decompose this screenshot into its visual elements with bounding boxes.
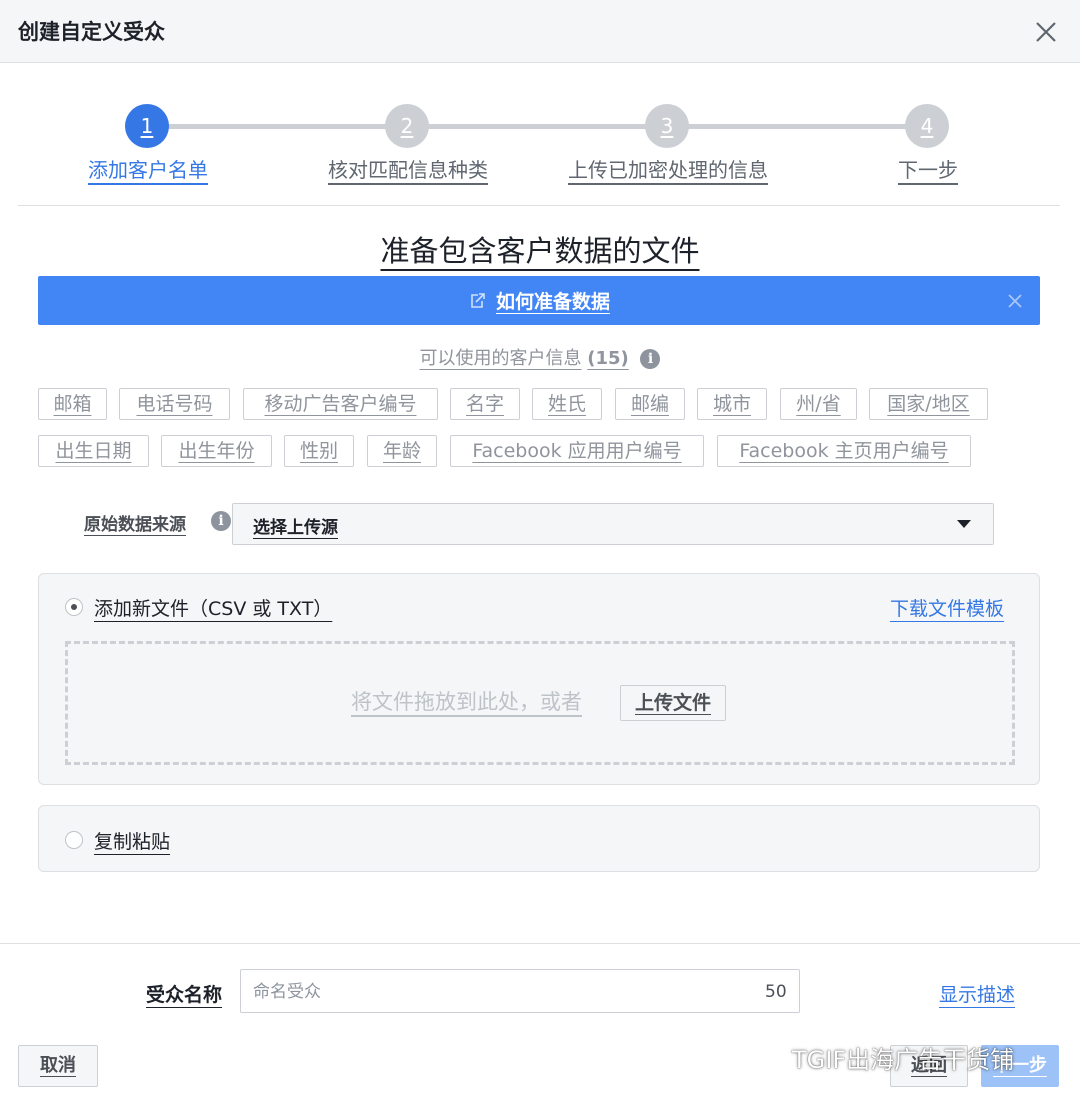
section-title: 准备包含客户数据的文件 — [0, 228, 1080, 270]
step-1-label[interactable]: 添加客户名单 — [88, 154, 208, 183]
copy-paste-panel: 复制粘贴 — [38, 805, 1040, 872]
step-3-circle[interactable]: 3 — [645, 104, 689, 148]
show-description-link[interactable]: 显示描述 — [939, 980, 1015, 1007]
info-icon[interactable]: i — [640, 349, 661, 369]
stepper-divider — [18, 205, 1060, 206]
dialog-header: 创建自定义受众 — [0, 0, 1080, 63]
close-icon[interactable] — [1034, 20, 1058, 44]
footer-divider — [0, 943, 1080, 944]
upload-file-button[interactable]: 上传文件 — [620, 685, 727, 721]
audience-name-label: 受众名称 — [146, 984, 223, 1006]
data-source-selected: 选择上传源 — [253, 518, 338, 538]
add-file-radio[interactable] — [65, 598, 83, 616]
file-dropzone[interactable]: 将文件拖放到此处，或者 上传文件 — [65, 641, 1015, 765]
field-tag: 州/省 — [780, 388, 857, 420]
field-tag: 名字 — [450, 388, 520, 420]
audience-name-field[interactable]: 50 — [240, 969, 800, 1013]
available-fields-label: 可以使用的客户信息 — [419, 348, 582, 369]
audience-name-input[interactable] — [251, 978, 735, 1006]
step-2-label[interactable]: 核对匹配信息种类 — [328, 154, 488, 183]
available-fields-title: 可以使用的客户信息 (15) i — [0, 344, 1080, 370]
field-tag: Facebook 应用用户编号 — [450, 435, 704, 467]
field-tag: 邮箱 — [38, 388, 107, 420]
field-tag: 移动广告客户编号 — [243, 388, 438, 420]
wechat-icon — [753, 1045, 785, 1070]
field-tag: 年龄 — [367, 435, 437, 467]
add-file-panel: 添加新文件（CSV 或 TXT） 下载文件模板 将文件拖放到此处，或者 上传文件 — [38, 573, 1040, 785]
dropzone-text: 将文件拖放到此处，或者 — [351, 690, 582, 714]
field-tag: 邮编 — [615, 388, 685, 420]
step-2-circle[interactable]: 2 — [385, 104, 429, 148]
step-4-label[interactable]: 下一步 — [898, 154, 958, 183]
step-4-circle[interactable]: 4 — [905, 104, 949, 148]
field-tag: 电话号码 — [119, 388, 230, 420]
chevron-down-icon — [957, 520, 971, 528]
field-tag: 出生日期 — [38, 435, 149, 467]
copy-paste-radio[interactable] — [65, 831, 83, 849]
char-count: 50 — [765, 982, 787, 1002]
watermark: TGIF出海广告干货铺 — [752, 1040, 1014, 1075]
external-link-icon — [471, 292, 485, 308]
copy-paste-label[interactable]: 复制粘贴 — [94, 827, 170, 854]
step-1-circle[interactable]: 1 — [125, 104, 169, 148]
section-title-text: 准备包含客户数据的文件 — [380, 234, 700, 268]
banner-close-icon[interactable] — [1006, 292, 1024, 310]
field-tag: 国家/地区 — [869, 388, 988, 420]
field-tag: 出生年份 — [161, 435, 272, 467]
data-source-info-icon[interactable]: i — [211, 511, 231, 531]
field-tag: 性别 — [284, 435, 354, 467]
field-tag: 城市 — [697, 388, 767, 420]
stepper-track — [148, 124, 928, 129]
field-tag: 姓氏 — [532, 388, 602, 420]
dialog-title: 创建自定义受众 — [18, 20, 165, 44]
available-fields-count: (15) — [587, 348, 629, 369]
data-source-label: 原始数据来源 — [84, 515, 186, 535]
watermark-text: TGIF出海广告干货铺 — [792, 1046, 1015, 1074]
how-to-prepare-link[interactable]: 如何准备数据 — [496, 287, 610, 314]
help-banner: 如何准备数据 — [38, 276, 1040, 325]
add-file-label[interactable]: 添加新文件（CSV 或 TXT） — [94, 594, 332, 621]
step-3-label[interactable]: 上传已加密处理的信息 — [568, 154, 768, 183]
download-template-link[interactable]: 下载文件模板 — [890, 594, 1004, 621]
field-tag: Facebook 主页用户编号 — [717, 435, 971, 467]
cancel-button[interactable]: 取消 — [18, 1045, 98, 1087]
data-source-select[interactable]: 选择上传源 — [232, 503, 994, 545]
